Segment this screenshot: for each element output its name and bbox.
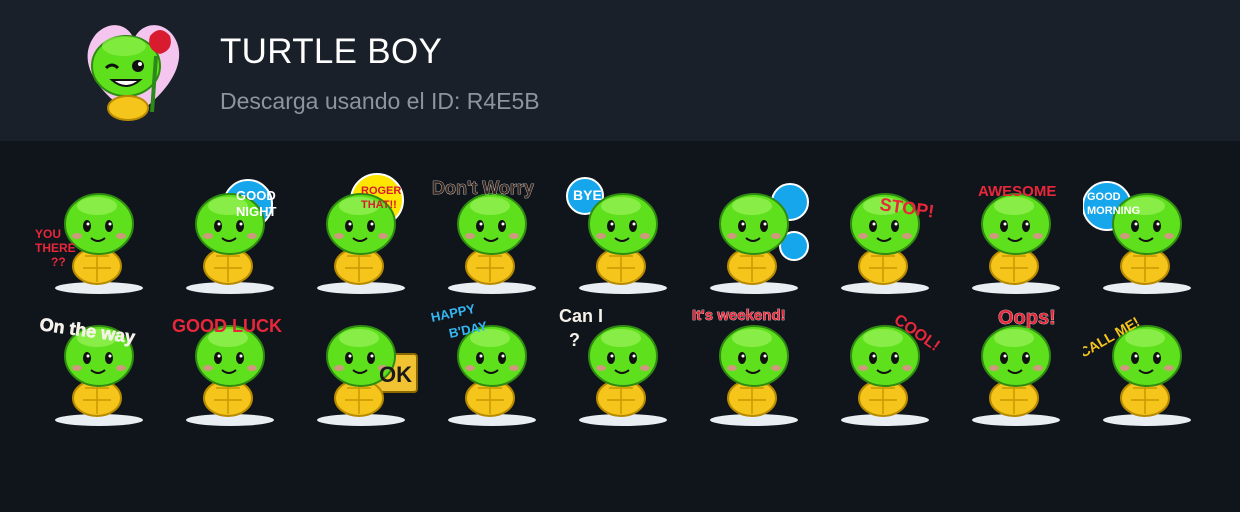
sticker-cool[interactable]: COOL! [821, 302, 943, 432]
sticker-you-there[interactable]: YOU THERE?? [35, 170, 157, 300]
pack-header: TURTLE BOY Descarga usando el ID: R4E5B [0, 0, 1240, 141]
turtle-sticker-icon: AWESOME [972, 183, 1060, 294]
sticker-caption: AWESOME [978, 183, 1056, 200]
turtle-sticker-icon: CALL ME! [1083, 313, 1191, 426]
sticker-caption: Oops! [998, 307, 1056, 329]
turtle-sticker-icon: ROGER THAT!! [317, 173, 405, 294]
sticker-dont-worry[interactable]: Don't Worry [428, 170, 550, 300]
pack-subtitle: Descarga usando el ID: R4E5B [220, 88, 540, 114]
turtle-sticker-icon: On the way [38, 314, 143, 426]
sticker-ok[interactable]: OK [297, 302, 419, 432]
turtle-sticker-icon: HAPPYB'DAY [430, 302, 536, 426]
turtle-sticker-icon: GOOD MORNING [1083, 181, 1191, 294]
sticker-caption: ? [788, 233, 801, 258]
sticker-call-me[interactable]: CALL ME! [1083, 302, 1205, 432]
sticker-caption: THAT!! [361, 199, 397, 211]
turtle-sticker-icon: ?? [710, 183, 809, 294]
turtle-sticker-icon: OK [317, 325, 418, 426]
sticker-caption: Can I [559, 306, 603, 326]
turtle-sticker-icon: Don't Worry [432, 178, 536, 294]
sticker-caption: ?? [51, 255, 66, 269]
turtle-with-rose-heart-icon[interactable] [78, 16, 190, 124]
sticker-stop[interactable]: STOP! [821, 170, 943, 300]
sticker-caption: ROGER [361, 185, 401, 197]
sticker-its-weekend[interactable]: It's weekend! [690, 302, 812, 432]
sticker-bye[interactable]: BYE [559, 170, 681, 300]
turtle-sticker-icon: COOL! [841, 311, 943, 426]
sticker-on-the-way[interactable]: On the way [35, 302, 157, 432]
sticker-good-morning[interactable]: GOOD MORNING [1083, 170, 1205, 300]
sticker-awesome[interactable]: AWESOME [952, 170, 1074, 300]
sticker-caption: GOOD [1087, 191, 1121, 203]
sticker-oops[interactable]: Oops! [952, 302, 1074, 432]
sticker-caption: YOU [35, 227, 61, 241]
sticker-caption: MORNING [1087, 205, 1140, 217]
sticker-caption: ? [569, 330, 580, 350]
turtle-sticker-icon: GOODNIGHT [186, 179, 277, 294]
sticker-good-luck[interactable]: GOOD LUCK [166, 302, 288, 432]
turtle-sticker-icon: Oops! [972, 307, 1060, 426]
turtle-sticker-icon: BYE [566, 177, 667, 294]
sticker-good-night[interactable]: GOOD NIGHT [166, 170, 288, 300]
sticker-caption: ? [783, 190, 796, 215]
sticker-caption: THERE [35, 241, 76, 255]
turtle-sticker-icon: Can I? [559, 306, 667, 426]
sticker-question[interactable]: ?? [690, 170, 812, 300]
sticker-caption: GOOD [236, 188, 276, 203]
turtle-sticker-icon: STOP! [841, 193, 935, 294]
sticker-caption: BYE [573, 187, 602, 203]
sticker-can-i[interactable]: Can I? [559, 302, 681, 432]
turtle-sticker-icon: YOUTHERE?? [35, 193, 143, 294]
sticker-caption: OK [379, 362, 412, 387]
sticker-caption: NIGHT [236, 204, 277, 219]
turtle-sticker-icon: GOOD LUCK [172, 316, 282, 426]
pack-title: TURTLE BOY [220, 32, 443, 71]
sticker-roger-that[interactable]: ROGER THAT!! [297, 170, 419, 300]
sticker-caption: GOOD LUCK [172, 316, 282, 336]
sticker-caption: Don't Worry [432, 178, 534, 198]
turtle-sticker-icon: It's weekend! [692, 307, 798, 426]
sticker-caption: It's weekend! [692, 307, 786, 324]
sticker-happy-bday[interactable]: HAPPY B'DAY [428, 302, 550, 432]
